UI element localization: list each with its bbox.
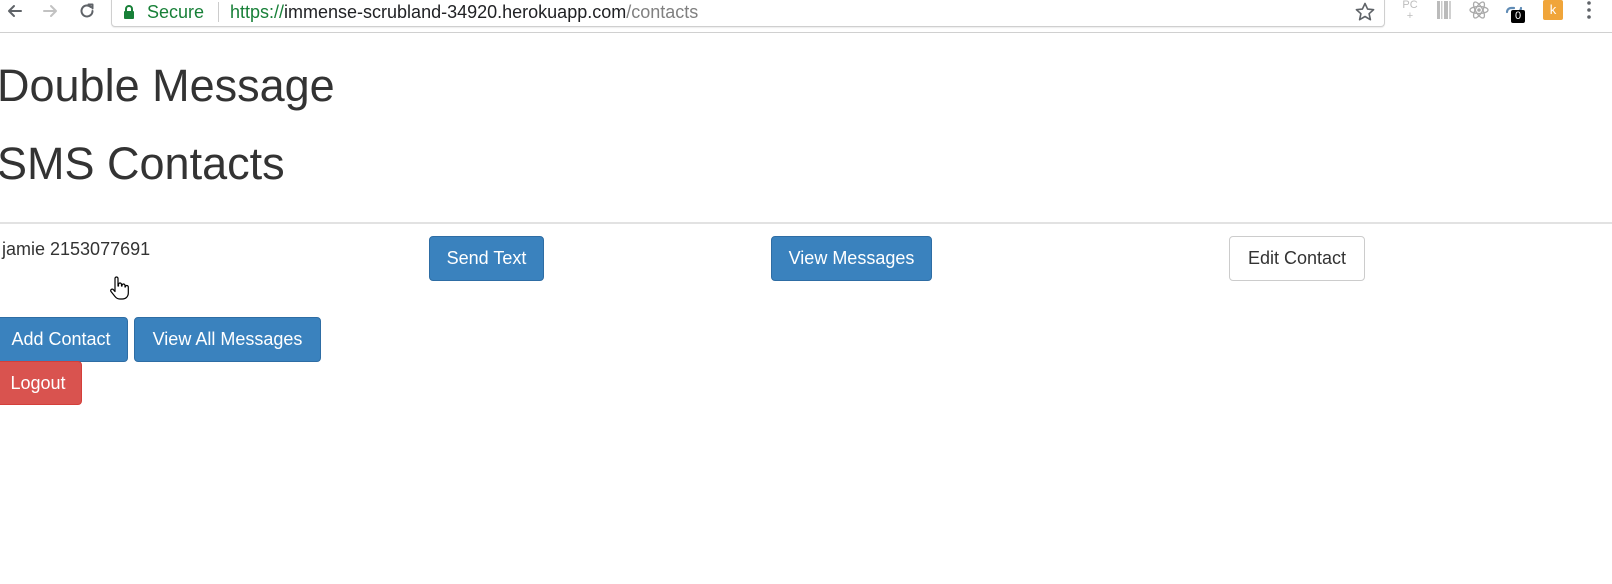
address-bar[interactable]: Secure https://immense-scrubland-34920.h… (111, 0, 1385, 27)
react-devtools-icon[interactable] (1468, 0, 1490, 22)
browser-menu-icon[interactable] (1584, 0, 1594, 20)
view-messages-button[interactable]: View Messages (771, 236, 932, 281)
add-contact-button[interactable]: Add Contact (0, 317, 128, 362)
url-path: /contacts (626, 2, 699, 22)
pc-extension-icon[interactable]: PC + (1399, 0, 1421, 22)
edit-contact-button[interactable]: Edit Contact (1229, 236, 1365, 281)
page-subtitle: SMS Contacts (0, 138, 285, 189)
reload-icon (80, 3, 94, 18)
divider (0, 222, 1612, 224)
send-text-button[interactable]: Send Text (429, 236, 544, 281)
address-divider (218, 2, 219, 22)
browser-toolbar: Secure https://immense-scrubland-34920.h… (0, 0, 1612, 33)
reload-button[interactable] (76, 0, 98, 22)
logout-button[interactable]: Logout (0, 361, 82, 405)
lock-icon (124, 5, 134, 19)
bookmark-star-icon[interactable] (1354, 1, 1376, 23)
hand-cursor-icon (110, 276, 129, 300)
url-host: immense-scrubland-34920.herokuapp.com (284, 2, 627, 22)
forward-arrow-icon (43, 5, 57, 17)
url-text[interactable]: https://immense-scrubland-34920.herokuap… (230, 2, 698, 22)
page-title: Double Message (0, 60, 335, 111)
barcode-extension-icon[interactable] (1434, 0, 1456, 22)
pc-extension-label: PC + (1402, 0, 1418, 22)
k-extension-label: k (1549, 2, 1557, 17)
back-button[interactable] (4, 0, 26, 22)
back-arrow-icon (8, 5, 22, 17)
view-all-messages-button[interactable]: View All Messages (134, 317, 321, 362)
secure-label: Secure (147, 2, 205, 22)
forward-button[interactable] (39, 0, 61, 22)
link-extension-icon[interactable]: 0 (1503, 0, 1525, 23)
k-extension-icon[interactable]: k (1543, 0, 1563, 20)
contact-name-phone: jamie 2153077691 (2, 239, 151, 259)
link-extension-badge: 0 (1511, 10, 1525, 23)
url-scheme: https:// (230, 2, 285, 22)
